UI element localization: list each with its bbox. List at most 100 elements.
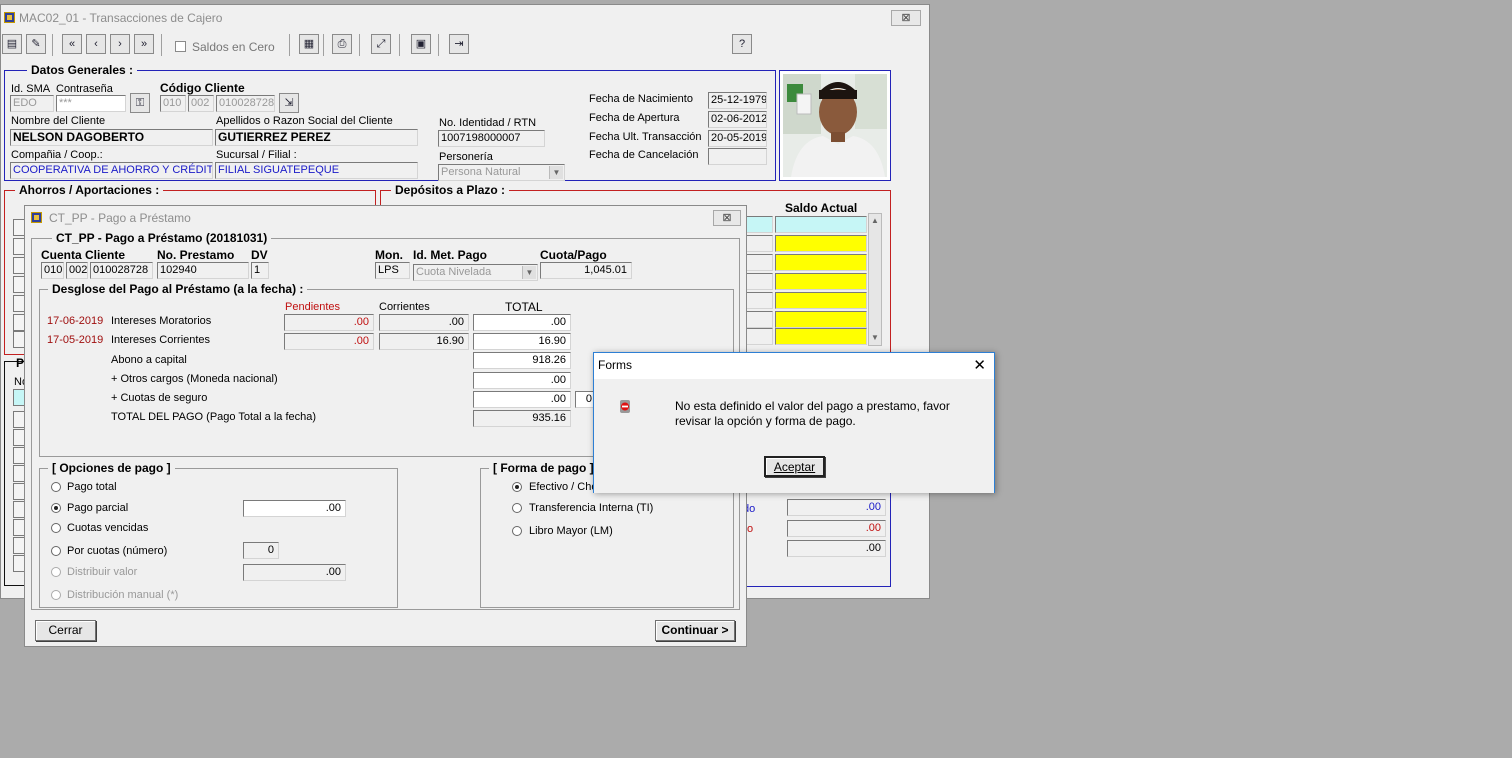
main-title: MAC02_01 - Transacciones de Cajero [19, 11, 223, 25]
client-photo-image [783, 74, 887, 177]
aceptar-button[interactable]: Aceptar [764, 456, 825, 477]
identidad-label: No. Identidad / RTN [439, 117, 537, 129]
row-total[interactable]: 16.90 [473, 333, 571, 350]
cuenta-part-1[interactable]: 010 [41, 262, 64, 279]
next-record-icon[interactable]: › [110, 34, 130, 54]
cerrar-button[interactable]: Cerrar [35, 620, 96, 641]
scroll-down-icon[interactable]: ▼ [869, 331, 881, 344]
compania-field[interactable]: COOPERATIVA DE AHORRO Y CRÉDITO [10, 162, 213, 179]
last-record-icon[interactable]: » [134, 34, 154, 54]
main-close-button[interactable]: ⊠ [891, 10, 921, 26]
continuar-button[interactable]: Continuar > [655, 620, 735, 641]
row-total[interactable]: .00 [473, 372, 571, 389]
personeria-select[interactable]: Persona Natural ▼ [438, 164, 565, 181]
compania-label: Compañia / Coop.: [11, 149, 103, 161]
saldo-row-2[interactable] [775, 235, 867, 252]
prev-record-icon[interactable]: ‹ [86, 34, 106, 54]
chevron-down-icon[interactable]: ▼ [549, 166, 563, 179]
row-total[interactable]: .00 [473, 391, 571, 408]
save-icon[interactable]: ▤ [2, 34, 22, 54]
distribucion-manual-radio[interactable] [51, 590, 61, 600]
printer-icon[interactable]: ⎙ [332, 34, 352, 54]
loan-dialog-title: CT_PP - Pago a Préstamo [49, 211, 191, 225]
key-icon[interactable]: ⚿ [130, 93, 150, 113]
total-value-2[interactable]: .00 [787, 520, 886, 537]
toolbar: ▤ ✎ « ‹ › » Saldos en Cero ▦ ⎙ ⤢ ▣ ⇥ ? [1, 31, 931, 59]
por-cuotas-field[interactable]: 0 [243, 542, 279, 559]
stop-icon [620, 400, 630, 413]
pago-parcial-field[interactable]: .00 [243, 500, 346, 517]
personeria-label: Personería [439, 151, 493, 163]
loan-dialog-close-button[interactable]: ⊠ [713, 210, 741, 226]
saldo-row-6[interactable] [775, 311, 867, 328]
print-preview-icon[interactable]: ▦ [299, 34, 319, 54]
apellidos-field[interactable]: GUTIERREZ PEREZ [215, 129, 418, 146]
saldos-cero-checkbox[interactable] [175, 41, 186, 52]
distribuir-valor-radio[interactable] [51, 567, 61, 577]
codigo-part-1[interactable]: 010 [160, 95, 186, 112]
expand-icon[interactable]: ⤢ [371, 34, 391, 54]
saldo-row-3[interactable] [775, 254, 867, 271]
pago-parcial-radio[interactable] [51, 503, 61, 513]
total-value-1[interactable]: .00 [787, 499, 886, 516]
met-pago-select[interactable]: Cuota Nivelada ▼ [413, 264, 538, 281]
row-date: 17-05-2019 [47, 334, 104, 346]
nombre-field[interactable]: NELSON DAGOBERTO [10, 129, 213, 146]
fecha-apertura-field[interactable]: 02-06-2012 [708, 111, 767, 128]
total-pago-field[interactable]: 935.16 [473, 410, 571, 427]
prestamos-legend-partial: P [16, 356, 25, 370]
saldo-row-7[interactable] [775, 328, 867, 345]
forms-message-line2: revisar la opción y forma de pago. [675, 414, 856, 428]
exit-icon[interactable]: ⇥ [449, 34, 469, 54]
pago-total-radio[interactable] [51, 482, 61, 492]
saldo-row-5[interactable] [775, 292, 867, 309]
scroll-up-icon[interactable]: ▲ [869, 214, 881, 227]
no-prestamo-field[interactable]: 102940 [157, 262, 249, 279]
row-corrientes[interactable]: 16.90 [379, 333, 469, 350]
row-pendientes[interactable]: .00 [284, 333, 374, 350]
forms-close-icon[interactable]: ✕ [973, 357, 986, 374]
saldo-row-4[interactable] [775, 273, 867, 290]
pago-parcial-label: Pago parcial [67, 502, 129, 514]
help-icon[interactable]: ? [732, 34, 752, 54]
dv-field[interactable]: 1 [251, 262, 269, 279]
main-titlebar: MAC02_01 - Transacciones de Cajero ⊠ [1, 5, 929, 31]
distribuir-valor-label: Distribuir valor [67, 566, 138, 578]
saldo-row-1[interactable] [775, 216, 867, 233]
total-value-3[interactable]: .00 [787, 540, 886, 557]
folder-icon[interactable]: ▣ [411, 34, 431, 54]
mon-field[interactable]: LPS [375, 262, 410, 279]
cuotas-vencidas-radio[interactable] [51, 523, 61, 533]
codigo-part-3[interactable]: 010028728 [216, 95, 275, 112]
edit-icon[interactable]: ✎ [26, 34, 46, 54]
row-pendientes[interactable]: .00 [284, 314, 374, 331]
row-total[interactable]: .00 [473, 314, 571, 331]
codigo-part-2[interactable]: 002 [188, 95, 214, 112]
identidad-field[interactable]: 1007198000007 [438, 130, 545, 147]
loan-group-title: CT_PP - Pago a Préstamo (20181031) [52, 232, 272, 245]
por-cuotas-label: Por cuotas (número) [67, 545, 168, 557]
efectivo-radio[interactable] [512, 482, 522, 492]
libro-mayor-radio[interactable] [512, 526, 522, 536]
cuota-field[interactable]: 1,045.01 [540, 262, 632, 279]
chevron-down-icon[interactable]: ▼ [522, 266, 536, 279]
fecha-ult-field[interactable]: 20-05-2019 [708, 130, 767, 147]
search-client-icon[interactable]: ⇲ [279, 93, 299, 113]
sucursal-field[interactable]: FILIAL SIGUATEPEQUE [215, 162, 418, 179]
contrasena-field[interactable]: *** [56, 95, 126, 112]
fecha-cancel-field[interactable] [708, 148, 767, 165]
cuenta-part-3[interactable]: 010028728 [90, 262, 153, 279]
fecha-nacimiento-field[interactable]: 25-12-1979 [708, 92, 767, 109]
cuenta-part-2[interactable]: 002 [66, 262, 88, 279]
row-corrientes[interactable]: .00 [379, 314, 469, 331]
personeria-value: Persona Natural [441, 166, 521, 178]
deposit-col-row [745, 328, 773, 345]
loan-dialog-titlebar: CT_PP - Pago a Préstamo ⊠ [25, 206, 746, 230]
id-sma-field[interactable]: EDO [10, 95, 54, 112]
distribuir-valor-field[interactable]: .00 [243, 564, 346, 581]
scrollbar[interactable] [868, 213, 882, 346]
first-record-icon[interactable]: « [62, 34, 82, 54]
por-cuotas-radio[interactable] [51, 546, 61, 556]
transferencia-radio[interactable] [512, 503, 522, 513]
row-total[interactable]: 918.26 [473, 352, 571, 369]
